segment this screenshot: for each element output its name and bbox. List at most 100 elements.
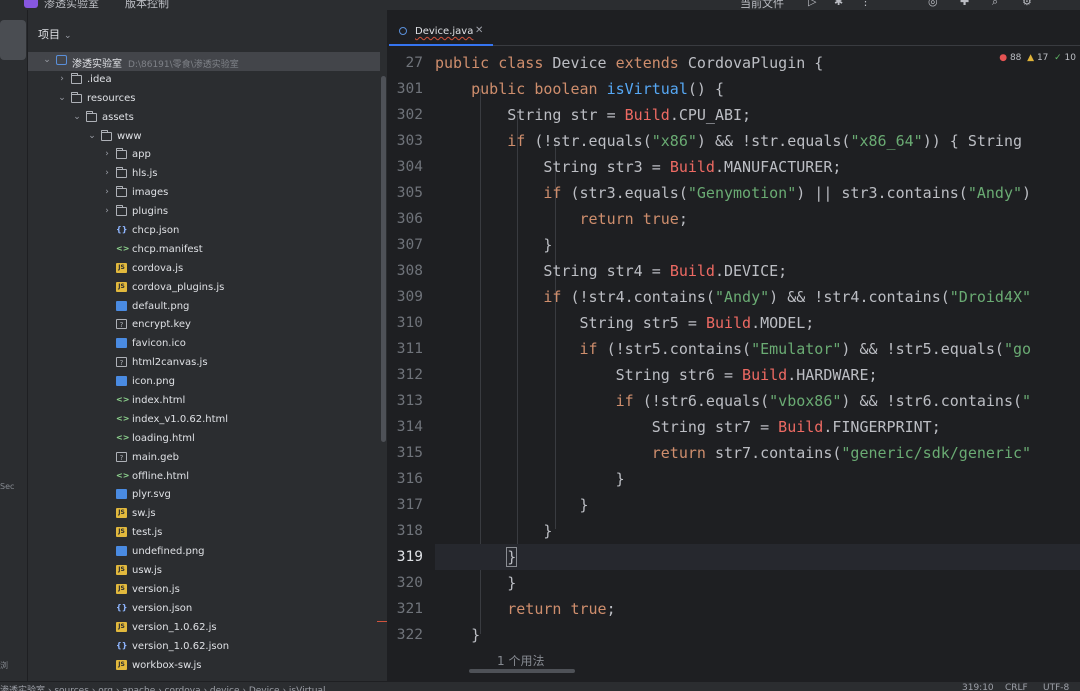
close-icon[interactable]: ✕ [475,25,483,36]
tree-item-label: version.js [132,583,180,595]
line-number: 307 [396,237,423,253]
chevron-right-icon[interactable]: › [102,168,112,178]
chevron-right-icon[interactable]: › [102,187,112,197]
project-tree-scrollbar[interactable] [381,76,386,442]
tree-item[interactable]: JS usw.js [28,562,380,581]
run-icon[interactable]: ▷ [808,0,816,8]
chevron-down-icon[interactable]: ⌄ [57,93,67,103]
folder-icon [116,148,127,160]
tree-item[interactable]: {} version_1.0.62.json [28,638,380,657]
project-panel-title[interactable]: 项目 ⌄ [38,26,72,42]
tree-item[interactable]: <> loading.html [28,430,380,449]
ai-assistant-icon[interactable]: ◎ [928,0,938,8]
line-number: 27 [405,55,423,71]
tree-item[interactable]: JS cordova.js [28,260,380,279]
tree-item[interactable]: JS version.js [28,581,380,600]
code-line: } [435,626,481,644]
navigation-breadcrumb: 渗透实验室 › sources › org › apache › cordova… [0,686,326,691]
image-file-icon [116,489,127,500]
tree-item[interactable]: icon.png [28,373,380,392]
vcs-menu[interactable]: 版本控制 [125,0,169,10]
tree-item[interactable]: undefined.png [28,543,380,562]
gear-icon[interactable]: ⚙ [1022,0,1032,8]
more-icon[interactable]: ⋮ [860,0,871,8]
tab-device-java[interactable]: Device.java ✕ [389,16,493,46]
code-line: if (!str5.contains("Emulator") && !str5.… [579,340,1032,358]
tree-item[interactable]: JS workbox-sw.js [28,657,380,676]
json-file-icon: {} [116,640,128,650]
code-line: if (!str6.equals("vbox86") && !str6.cont… [615,392,1032,410]
tree-item-label: html2canvas.js [132,357,208,369]
add-user-icon[interactable]: ✚ [960,0,969,8]
tree-item-label: loading.html [132,432,195,444]
project-panel: 项目 ⌄ ⌄ 渗透实验室 D:\86191\零食\渗透实验室 › .idea ⌄ resour… [28,10,388,681]
code-line: return true; [579,210,688,228]
tree-item[interactable]: › hls.js [28,165,380,184]
strip-label-browser[interactable]: 浏 [0,660,8,671]
editor-horizontal-scrollbar[interactable] [469,669,575,673]
chevron-down-icon[interactable]: ⌄ [87,131,97,141]
strip-label-sec[interactable]: Sec [0,482,14,491]
code-area[interactable]: public class Device extends CordovaPlugi… [435,50,1080,648]
file-encoding[interactable]: UTF-8 [1043,683,1069,691]
chevron-right-icon[interactable]: › [102,206,112,216]
line-number-gutter[interactable]: 27 301 302 303 304 305 306 307 308 309 310 311 312 31… [389,50,433,648]
chevron-down-icon: ⌄ [64,31,72,41]
code-line: String str5 = Build.MODEL; [435,314,815,332]
editor-tabbar: Device.java ✕ [389,10,1080,46]
text-file-icon: ? [116,451,127,462]
folder-icon [116,167,127,179]
tree-item-path: D:\86191\零食\渗透实验室 [128,60,239,70]
tree-item[interactable]: JS cordova_plugins.js [28,279,380,298]
tree-item[interactable]: JS test.js [28,524,380,543]
code-line: if (!str4.contains("Andy") && !str4.cont… [543,288,1032,306]
tree-item[interactable]: plyr.svg [28,486,380,505]
project-badge-icon[interactable] [24,0,38,8]
code-line: } [435,544,1080,570]
code-line: if (str3.equals("Genymotion") || str3.co… [543,184,1032,202]
code-line: String str6 = Build.HARDWARE; [435,366,878,384]
tree-item[interactable]: {} version.json [28,600,380,619]
tree-item[interactable]: <> index_v1.0.62.html [28,411,380,430]
tree-item[interactable]: ? html2canvas.js [28,354,380,373]
tree-item[interactable]: favicon.ico [28,335,380,354]
tree-item[interactable]: ⌄ assets [28,109,380,128]
tree-item[interactable]: {} chcp.json [28,222,380,241]
tree-item[interactable]: › .idea [28,71,380,90]
line-separator[interactable]: CRLF [1005,683,1028,691]
chevron-right-icon[interactable]: › [102,149,112,159]
usages-hint[interactable]: 1 个用法 [497,652,544,669]
chevron-right-icon[interactable]: › [57,74,67,84]
tree-item[interactable]: ⌄ resources [28,90,380,109]
status-bar: 渗透实验室 › sources › org › apache › cordova… [0,681,1080,691]
tree-item[interactable]: › images [28,184,380,203]
tree-item[interactable]: JS sw.js [28,505,380,524]
caret-position[interactable]: 319:10 [962,683,994,691]
tree-item[interactable]: › app [28,146,380,165]
text-file-icon: ? [116,319,127,330]
java-class-icon [399,27,407,35]
tree-item[interactable]: default.png [28,298,380,317]
project-tool-button[interactable] [0,20,26,60]
debug-icon[interactable]: ✱ [834,0,843,8]
line-number: 311 [396,341,423,357]
tree-item-label: chcp.manifest [132,243,203,255]
tree-item[interactable]: ⌄ www [28,128,380,147]
run-config-select[interactable]: 当前文件 [740,0,784,10]
tree-item[interactable]: ? encrypt.key [28,316,380,335]
tree-item-label: www [117,130,142,142]
tree-item[interactable]: › plugins [28,203,380,222]
tree-item[interactable]: <> offline.html [28,468,380,487]
chevron-down-icon[interactable]: ⌄ [42,55,52,65]
tree-item[interactable]: <> index.html [28,392,380,411]
line-number: 302 [396,107,423,123]
tab-label: Device.java [415,26,474,37]
search-icon[interactable]: ⌕ [992,0,998,9]
folder-icon [71,91,82,103]
project-name[interactable]: 渗透实验室 [44,0,99,10]
chevron-down-icon[interactable]: ⌄ [72,112,82,122]
tree-item[interactable]: <> chcp.manifest [28,241,380,260]
tree-item[interactable]: ⌄ 渗透实验室 D:\86191\零食\渗透实验室 [28,52,380,71]
tree-item[interactable]: JS version_1.0.62.js [28,619,380,638]
tree-item[interactable]: ? main.geb [28,449,380,468]
